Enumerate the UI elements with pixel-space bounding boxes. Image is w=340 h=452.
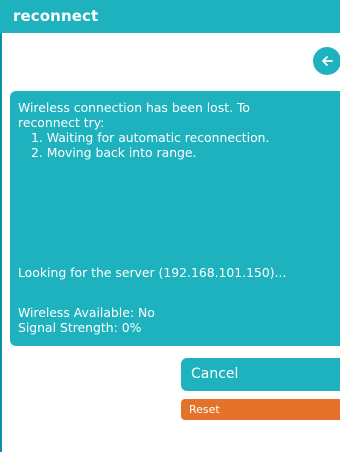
message-line-1: Wireless connection has been lost. To xyxy=(18,100,250,115)
signal-strength-status: Signal Strength: 0% xyxy=(18,320,142,335)
message-line-2: reconnect try: xyxy=(18,115,105,130)
cancel-button[interactable]: Cancel xyxy=(181,358,340,391)
back-button[interactable] xyxy=(313,47,340,75)
connection-message-panel: Wireless connection has been lost. To re… xyxy=(10,91,340,346)
message-step-1: 1. Waiting for automatic reconnection. xyxy=(31,130,270,145)
server-search-status: Looking for the server (192.168.101.150)… xyxy=(18,265,287,280)
message-step-2: 2. Moving back into range. xyxy=(31,145,197,160)
window-title-bar: reconnect xyxy=(0,0,340,33)
arrow-left-icon xyxy=(322,56,333,66)
window-title: reconnect xyxy=(13,7,99,25)
window-left-border xyxy=(0,0,2,452)
cancel-button-label: Cancel xyxy=(191,366,239,382)
reset-button[interactable]: Reset xyxy=(181,399,340,420)
wireless-available-status: Wireless Available: No xyxy=(18,305,155,320)
reset-button-label: Reset xyxy=(189,403,220,416)
